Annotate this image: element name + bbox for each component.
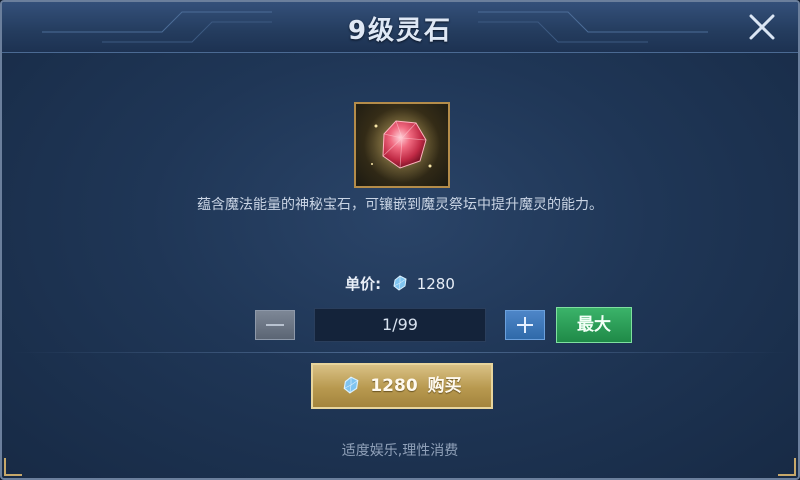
- diamond-currency-icon: [344, 376, 359, 394]
- minus-icon: [266, 324, 284, 326]
- item-icon-frame: [354, 102, 450, 188]
- unit-price-value: 1280: [416, 275, 455, 293]
- frame-corner: [778, 458, 796, 476]
- close-button[interactable]: [746, 11, 778, 43]
- unit-price-label: 单价:: [345, 275, 382, 293]
- footer-note: 适度娱乐,理性消费: [341, 443, 459, 459]
- buy-button-amount: 1280: [370, 376, 418, 396]
- item-description: 蕴含魔法能量的神秘宝石，可镶嵌到魔灵祭坛中提升魔灵的能力。: [197, 197, 603, 213]
- buy-button-label: 购买: [427, 376, 462, 396]
- quantity-field[interactable]: 1/99: [314, 308, 486, 342]
- unit-price-row: 单价: 1280: [2, 273, 798, 294]
- purchase-dialog: 9级灵石 蕴含魔法能量的神秘宝石，可镶嵌到魔灵祭坛中提升魔灵的能力。 单价: 1…: [0, 0, 800, 480]
- close-icon: [749, 14, 775, 40]
- red-gem-icon: [364, 107, 440, 183]
- decrease-quantity-button[interactable]: [255, 310, 295, 340]
- dialog-title: 9级灵石: [347, 16, 453, 46]
- buy-button[interactable]: 1280 购买: [311, 363, 493, 409]
- divider: [12, 352, 788, 353]
- frame-corner: [4, 458, 22, 476]
- diamond-currency-icon: [393, 275, 407, 291]
- dialog-header: 9级灵石: [2, 2, 798, 53]
- plus-icon: [524, 317, 526, 333]
- increase-quantity-button[interactable]: [505, 310, 545, 340]
- max-quantity-button[interactable]: 最大: [556, 307, 632, 343]
